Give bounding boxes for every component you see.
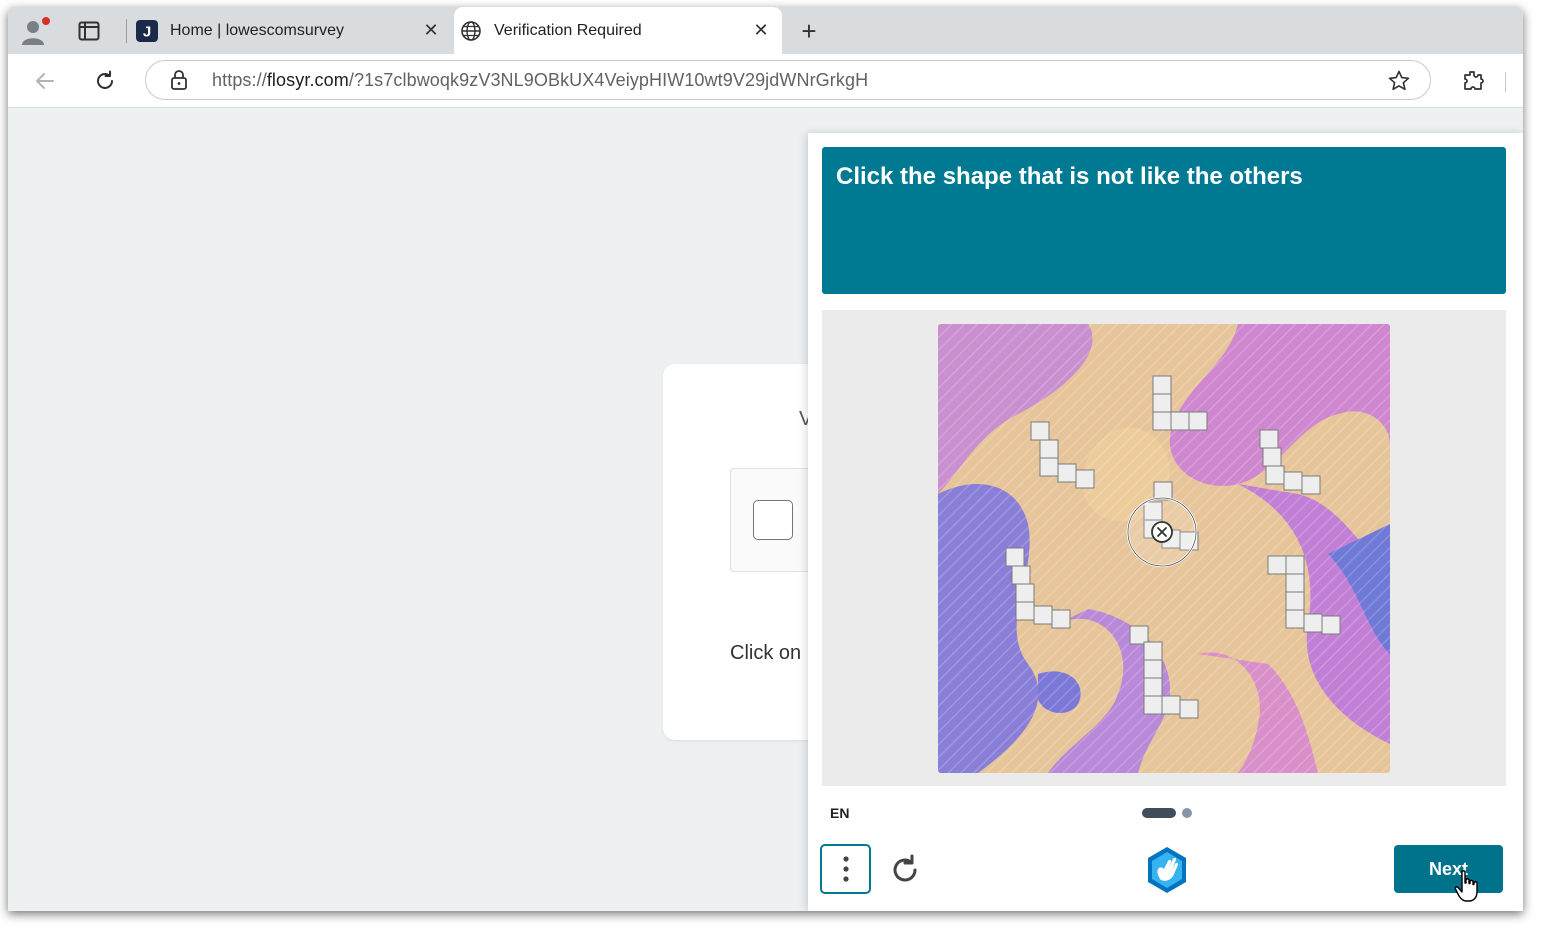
j-favicon-icon: J (136, 19, 158, 42)
pagination-dot (1182, 808, 1192, 818)
favicon-letter: J (143, 23, 151, 40)
close-icon[interactable]: ✕ (418, 18, 444, 44)
back-arrow-icon[interactable] (30, 66, 60, 96)
challenge-image[interactable] (938, 324, 1390, 773)
tab-actions-icon[interactable] (72, 17, 106, 45)
toolbar: https://flosyr.com/?1s7clbwoqk9zV3NL9OBk… (8, 54, 1523, 108)
extensions-icon[interactable] (1458, 66, 1488, 96)
refresh-challenge-button[interactable] (886, 850, 926, 890)
vertical-dots-icon (842, 856, 849, 882)
tab-verification-required[interactable]: Verification Required ✕ (454, 7, 782, 54)
challenge-task-area (822, 310, 1506, 786)
challenge-prompt-text: Click the shape that is not like the oth… (836, 163, 1303, 190)
menu-button[interactable] (820, 844, 871, 894)
globe-icon (460, 20, 482, 42)
tab-home-lowescomsurvey[interactable]: J Home | lowescomsurvey ✕ (130, 7, 452, 54)
new-tab-button[interactable]: + (794, 16, 824, 46)
challenge-image-art[interactable] (938, 324, 1390, 773)
tab-separator (126, 19, 127, 43)
language-selector[interactable]: EN (830, 805, 849, 821)
lock-icon[interactable] (168, 69, 190, 91)
browser-window: J Home | lowescomsurvey ✕ Verification R… (8, 7, 1523, 911)
address-bar[interactable]: https://flosyr.com/?1s7clbwoqk9zV3NL9OBk… (145, 60, 1431, 100)
toolbar-separator (1505, 72, 1506, 92)
hand-cursor-icon (1454, 869, 1480, 903)
pagination-dot-active (1142, 808, 1176, 818)
close-icon[interactable]: ✕ (748, 18, 774, 44)
url-path: /?1s7clbwoqk9zV3NL9OBkUX4VeiypHIW10wt9V2… (348, 70, 869, 90)
url-text[interactable]: https://flosyr.com/?1s7clbwoqk9zV3NL9OBk… (212, 70, 868, 91)
profile-icon[interactable] (18, 15, 54, 47)
challenge-prompt-banner: Click the shape that is not like the oth… (822, 147, 1506, 294)
captcha-challenge-panel: Click the shape that is not like the oth… (808, 133, 1523, 911)
hcaptcha-logo-icon[interactable] (1142, 845, 1192, 895)
reload-icon[interactable] (90, 66, 120, 96)
star-icon[interactable] (1386, 68, 1412, 94)
tab-title: Verification Required (494, 21, 642, 39)
next-button[interactable]: Next (1394, 845, 1503, 893)
refresh-icon (893, 854, 917, 882)
tab-bar: J Home | lowescomsurvey ✕ Verification R… (8, 7, 1523, 54)
card-hint-text: Click on (730, 642, 802, 664)
url-domain: flosyr.com (266, 70, 349, 90)
url-prefix: https:// (212, 70, 267, 90)
captcha-checkbox[interactable] (753, 500, 793, 540)
tab-title: Home | lowescomsurvey (170, 21, 344, 39)
